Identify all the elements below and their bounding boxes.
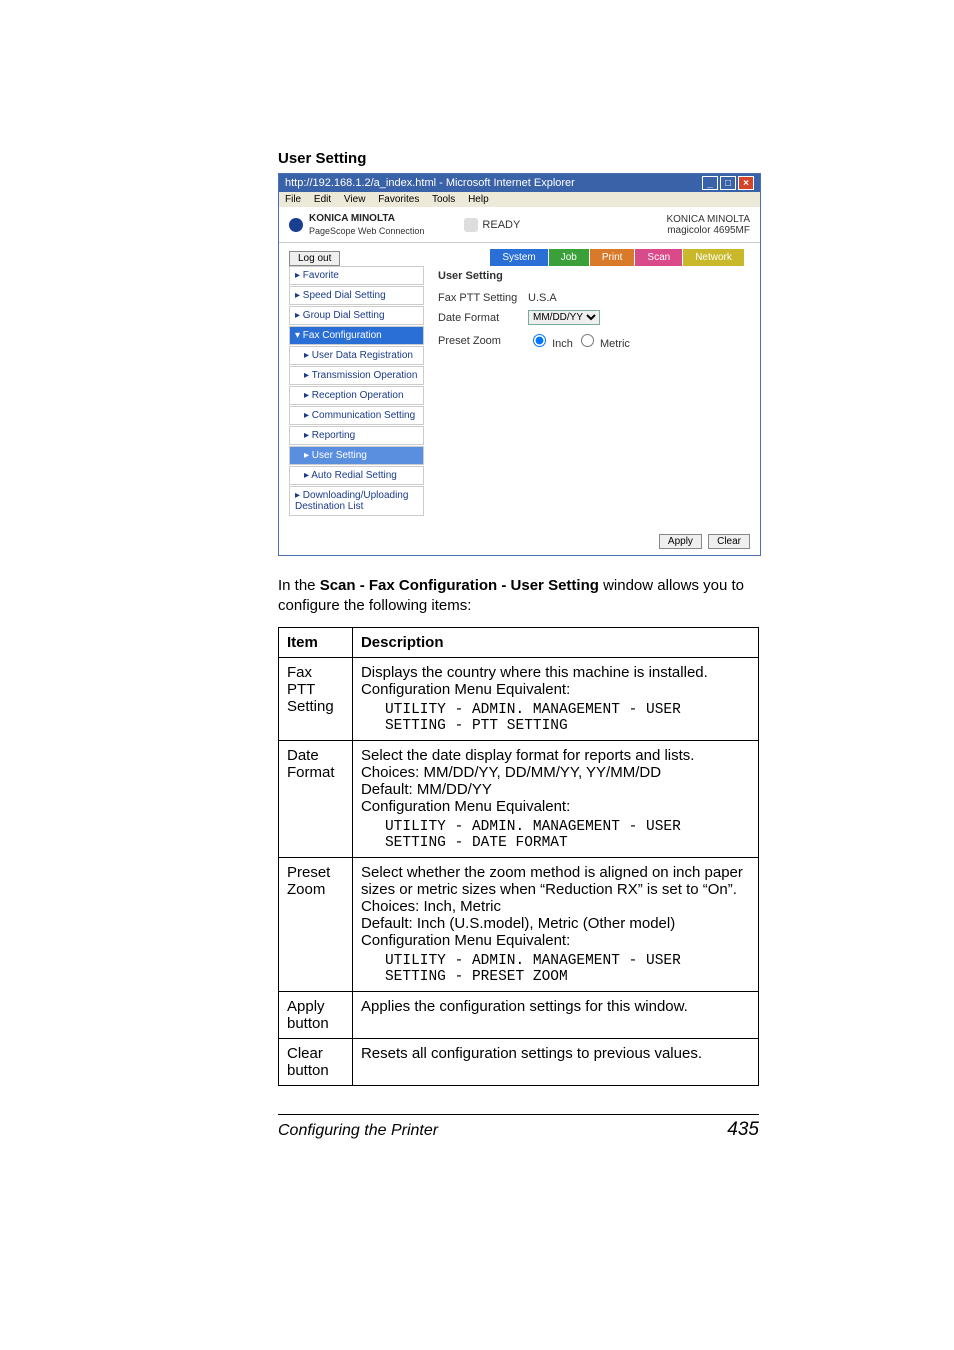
brand-name: KONICA MINOLTA <box>309 213 424 224</box>
sidebar-item-favorite[interactable]: ▸ Favorite <box>289 266 424 285</box>
cell-item: Apply button <box>279 991 353 1038</box>
product-name: PageScope Web Connection <box>309 226 424 236</box>
maximize-icon[interactable]: □ <box>720 176 736 190</box>
table-row: Fax PTT Setting Displays the country whe… <box>279 657 759 740</box>
ie-titlebar: http://192.168.1.2/a_index.html - Micros… <box>279 174 760 192</box>
sidebar-item-download-upload[interactable]: ▸ Downloading/Uploading Destination List <box>289 486 424 516</box>
device-brand: KONICA MINOLTA <box>666 214 750 225</box>
screenshot-window: http://192.168.1.2/a_index.html - Micros… <box>278 173 761 556</box>
page-number: 435 <box>727 1119 759 1141</box>
menu-favorites[interactable]: Favorites <box>378 194 419 205</box>
radio-metric[interactable]: Metric <box>576 331 630 350</box>
footer-title: Configuring the Printer <box>278 1122 438 1140</box>
tab-job[interactable]: Job <box>549 249 589 266</box>
sidebar-item-fax-config[interactable]: ▾ Fax Configuration <box>289 326 424 345</box>
sidebar-item-auto-redial[interactable]: ▸ Auto Redial Setting <box>289 466 424 485</box>
apply-button[interactable]: Apply <box>659 534 702 549</box>
close-icon[interactable]: × <box>738 176 754 190</box>
ie-menubar: File Edit View Favorites Tools Help <box>279 192 760 207</box>
settings-table: Item Description Fax PTT Setting Display… <box>278 627 759 1086</box>
clear-button[interactable]: Clear <box>708 534 750 549</box>
cell-desc: Resets all configuration settings to pre… <box>352 1038 758 1085</box>
status-ready: READY <box>464 218 520 232</box>
ie-title: http://192.168.1.2/a_index.html - Micros… <box>285 177 575 189</box>
logo-icon <box>289 218 303 232</box>
sidebar-item-user-data-reg[interactable]: ▸ User Data Registration <box>289 346 424 365</box>
cell-item: Fax PTT Setting <box>279 657 353 740</box>
sidebar-item-tx-operation[interactable]: ▸ Transmission Operation <box>289 366 424 385</box>
minimize-icon[interactable]: _ <box>702 176 718 190</box>
label-date-format: Date Format <box>438 312 528 324</box>
cell-desc: Select the date display format for repor… <box>352 740 758 857</box>
brand-logo: KONICA MINOLTA PageScope Web Connection <box>289 213 424 236</box>
menu-tools[interactable]: Tools <box>432 194 455 205</box>
menu-help[interactable]: Help <box>468 194 489 205</box>
menu-view[interactable]: View <box>344 194 366 205</box>
tab-system[interactable]: System <box>490 249 547 266</box>
cell-item: Date Format <box>279 740 353 857</box>
table-row: Preset Zoom Select whether the zoom meth… <box>279 857 759 991</box>
tab-scan[interactable]: Scan <box>635 249 682 266</box>
device-model: magicolor 4695MF <box>666 225 750 236</box>
menu-file[interactable]: File <box>285 194 301 205</box>
logout-button[interactable]: Log out <box>289 251 340 266</box>
sidebar-item-rx-operation[interactable]: ▸ Reception Operation <box>289 386 424 405</box>
sidebar-item-speed-dial[interactable]: ▸ Speed Dial Setting <box>289 286 424 305</box>
cell-item: Preset Zoom <box>279 857 353 991</box>
printer-icon <box>464 218 478 232</box>
tab-network[interactable]: Network <box>683 249 744 266</box>
cell-desc: Displays the country where this machine … <box>352 657 758 740</box>
menu-edit[interactable]: Edit <box>314 194 331 205</box>
cell-desc: Applies the configuration settings for t… <box>352 991 758 1038</box>
sidebar-item-comm-setting[interactable]: ▸ Communication Setting <box>289 406 424 425</box>
radio-inch[interactable]: Inch <box>528 331 573 350</box>
panel-title: User Setting <box>438 270 750 282</box>
label-preset-zoom: Preset Zoom <box>438 335 528 347</box>
sidebar-item-reporting[interactable]: ▸ Reporting <box>289 426 424 445</box>
table-row: Clear button Resets all configuration se… <box>279 1038 759 1085</box>
select-date-format[interactable]: MM/DD/YY <box>528 310 600 325</box>
ready-label: READY <box>482 219 520 231</box>
lead-paragraph: In the Scan - Fax Configuration - User S… <box>278 576 759 617</box>
label-fax-ptt: Fax PTT Setting <box>438 292 528 304</box>
table-row: Date Format Select the date display form… <box>279 740 759 857</box>
cell-desc: Select whether the zoom method is aligne… <box>352 857 758 991</box>
cell-item: Clear button <box>279 1038 353 1085</box>
value-fax-ptt: U.S.A <box>528 292 557 304</box>
th-description: Description <box>352 627 758 657</box>
section-heading: User Setting <box>278 150 759 167</box>
sidebar-item-user-setting[interactable]: ▸ User Setting <box>289 446 424 465</box>
th-item: Item <box>279 627 353 657</box>
sidebar-item-group-dial[interactable]: ▸ Group Dial Setting <box>289 306 424 325</box>
table-row: Apply button Applies the configuration s… <box>279 991 759 1038</box>
tab-print[interactable]: Print <box>590 249 635 266</box>
